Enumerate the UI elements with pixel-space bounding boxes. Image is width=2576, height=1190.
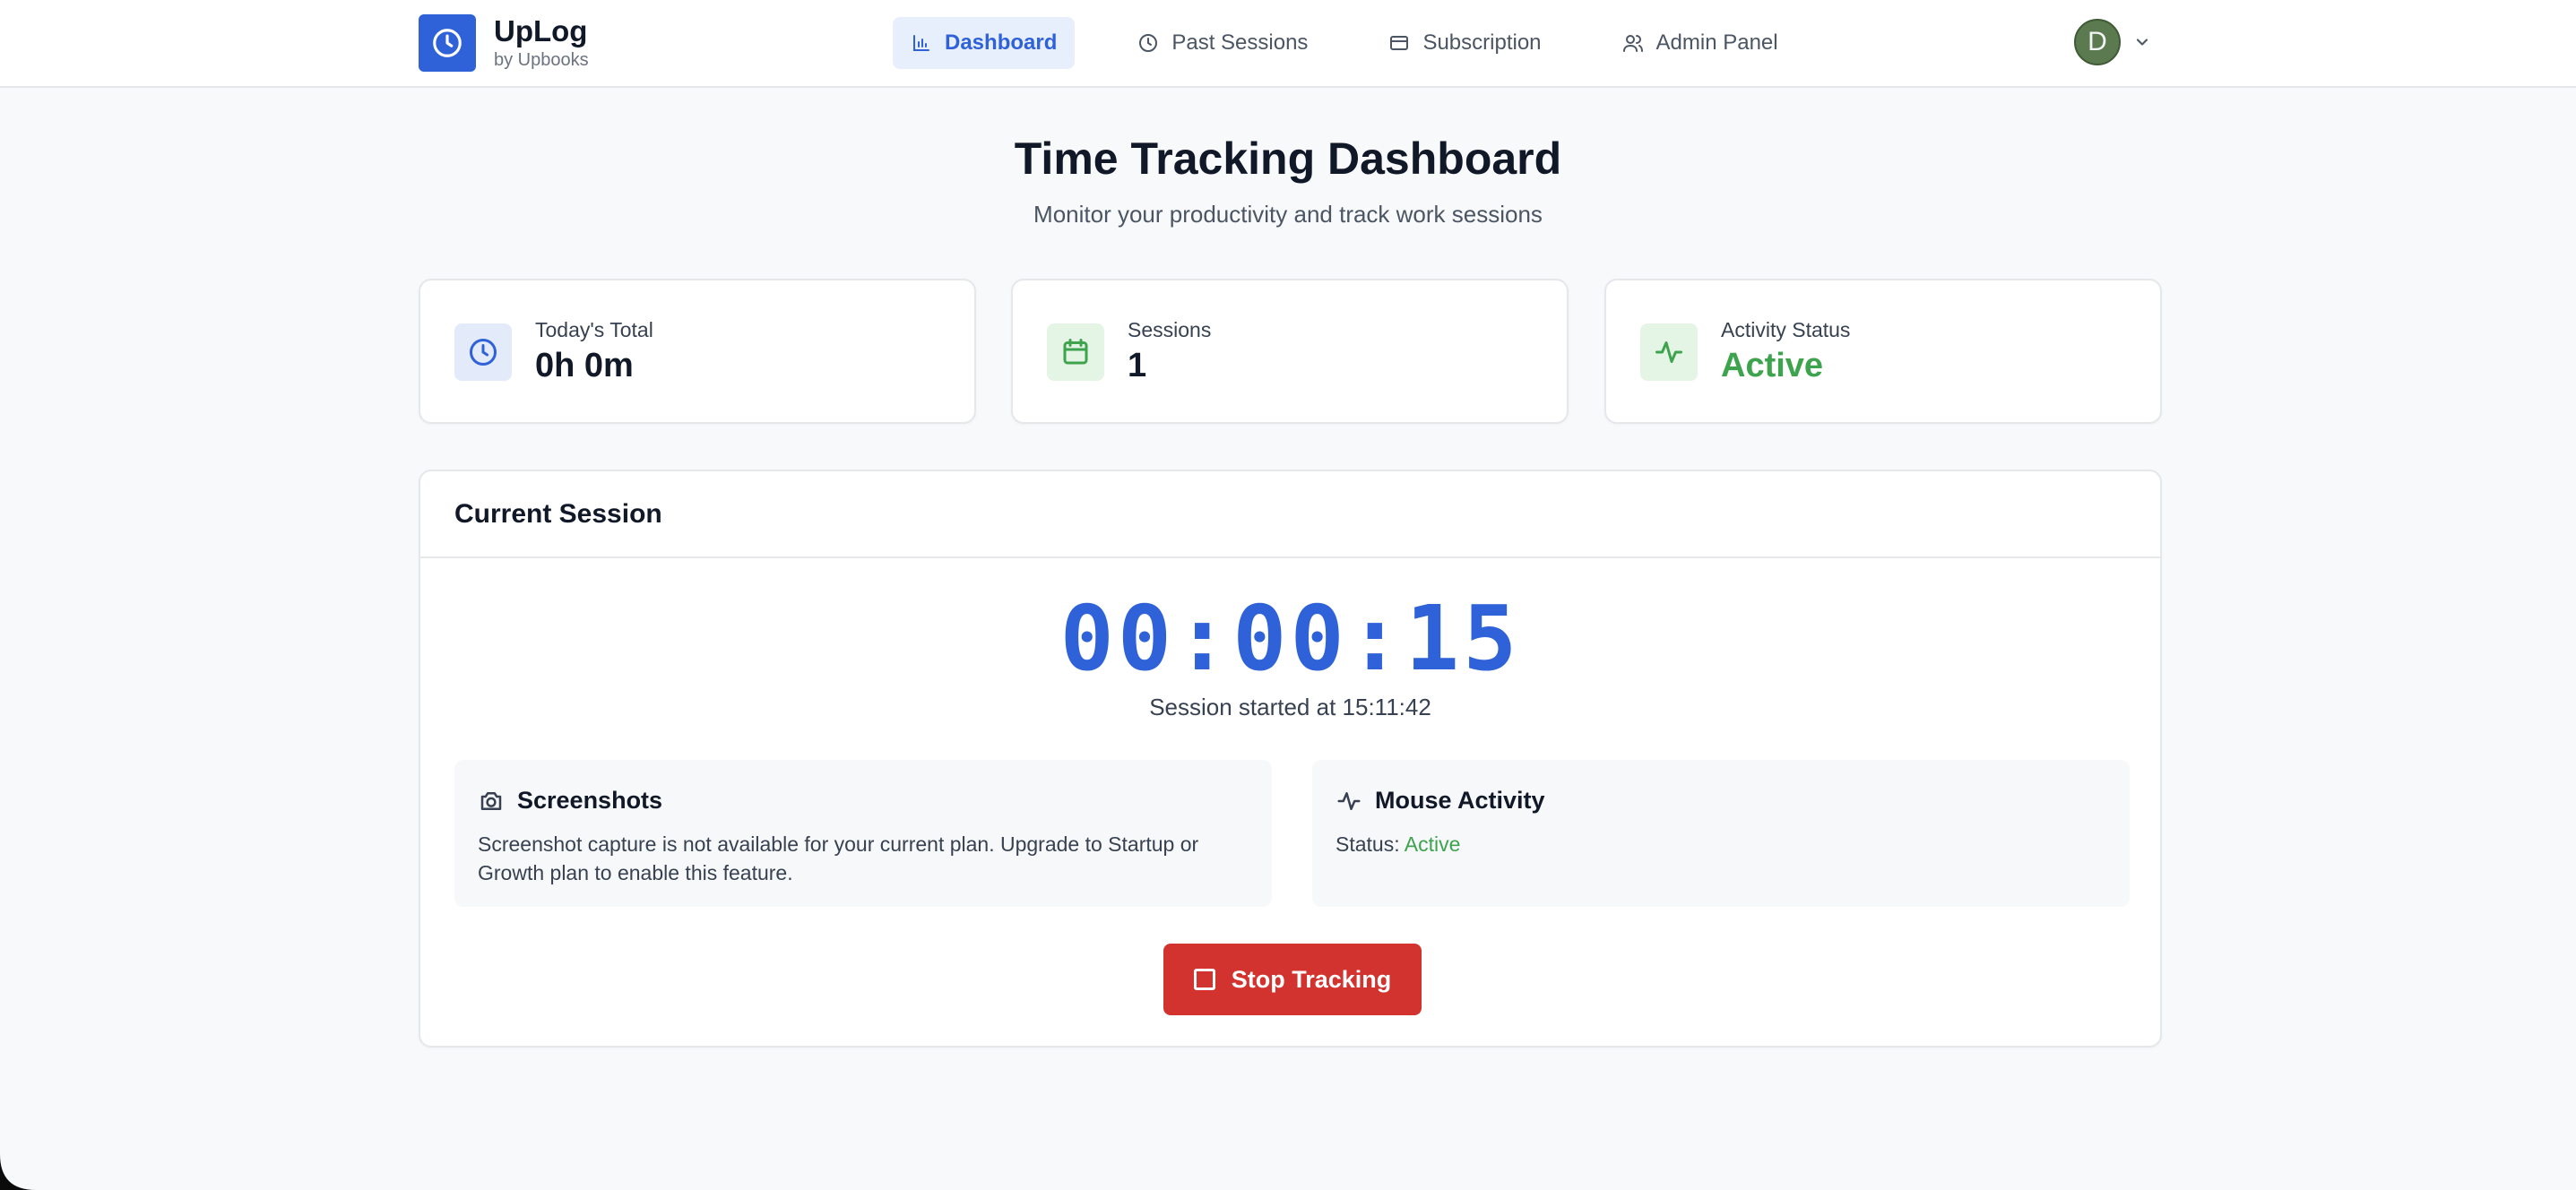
credit-card-icon <box>1390 36 1409 50</box>
window-corner <box>0 1154 36 1190</box>
nav-past-sessions[interactable]: Past Sessions <box>1119 17 1326 69</box>
nav-admin-panel-label: Admin Panel <box>1655 30 1778 55</box>
brand[interactable]: UpLog by Upbooks <box>419 14 589 72</box>
bar-chart-icon <box>913 35 929 51</box>
nav-subscription[interactable]: Subscription <box>1370 17 1559 69</box>
activity-icon <box>1337 791 1361 810</box>
mouse-activity-status: Status: Active <box>1336 830 2106 858</box>
stat-label: Sessions <box>1128 318 1212 341</box>
stat-card-todays-total: Today's Total 0h 0m <box>419 279 976 424</box>
stat-label: Today's Total <box>535 318 653 341</box>
session-started: Session started at 15:11:42 <box>1149 694 1431 720</box>
stat-card-activity-status: Activity Status Active <box>1604 279 2162 424</box>
users-icon <box>1622 35 1643 52</box>
mouse-status-label: Status: <box>1336 832 1400 856</box>
nav-past-sessions-label: Past Sessions <box>1171 30 1309 55</box>
stat-card-sessions: Sessions 1 <box>1011 279 1569 424</box>
nav-subscription-label: Subscription <box>1422 30 1542 55</box>
brand-text: UpLog by Upbooks <box>494 15 589 71</box>
session-timer: 00:00:15 <box>1059 586 1521 691</box>
nav-dashboard[interactable]: Dashboard <box>893 17 1076 69</box>
stat-value: 0h 0m <box>535 347 634 384</box>
mouse-activity-title: Mouse Activity <box>1336 787 1545 815</box>
calendar-icon <box>1047 323 1104 381</box>
stat-label: Activity Status <box>1721 318 1851 341</box>
page-title: Time Tracking Dashboard <box>1014 134 1562 184</box>
screenshots-title: Screenshots <box>478 787 662 815</box>
screenshots-text: Screenshot capture is not available for … <box>478 832 1199 884</box>
current-session-card: Current Session 00:00:15 Session started… <box>419 470 2162 1048</box>
screenshots-panel: Screenshots Screenshot capture is not av… <box>454 760 1272 907</box>
mouse-activity-title-text: Mouse Activity <box>1375 787 1545 814</box>
user-menu[interactable]: D <box>2074 19 2151 65</box>
mouse-status-value: Active <box>1404 832 1461 856</box>
stat-value: 1 <box>1128 347 1147 384</box>
avatar[interactable]: D <box>2074 19 2121 65</box>
page-subtitle: Monitor your productivity and track work… <box>1033 201 1543 228</box>
chevron-down-icon[interactable] <box>2133 33 2151 51</box>
nav-admin-panel[interactable]: Admin Panel <box>1604 17 1796 69</box>
top-navbar: UpLog by Upbooks Dashboard Past Sessions… <box>0 0 2576 88</box>
stop-square-icon <box>1193 969 1215 990</box>
brand-sub: by Upbooks <box>494 50 589 70</box>
mouse-activity-panel: Mouse Activity Status: Active <box>1312 760 2130 907</box>
activity-icon <box>1640 323 1698 381</box>
brand-name: UpLog <box>494 14 588 47</box>
page: UpLog by Upbooks Dashboard Past Sessions… <box>0 0 2576 1190</box>
brand-logo-clock-icon <box>419 14 476 72</box>
clock-icon <box>1139 34 1158 52</box>
session-title: Current Session <box>420 471 2160 558</box>
main-nav: Dashboard Past Sessions Subscription Adm… <box>893 17 1841 69</box>
stat-value: Active <box>1721 347 1824 384</box>
clock-icon <box>454 323 512 381</box>
camera-icon <box>480 791 502 810</box>
screenshots-title-text: Screenshots <box>517 787 663 814</box>
stop-tracking-label: Stop Tracking <box>1231 965 1392 993</box>
nav-dashboard-label: Dashboard <box>945 30 1058 55</box>
stop-tracking-button[interactable]: Stop Tracking <box>1163 944 1422 1015</box>
